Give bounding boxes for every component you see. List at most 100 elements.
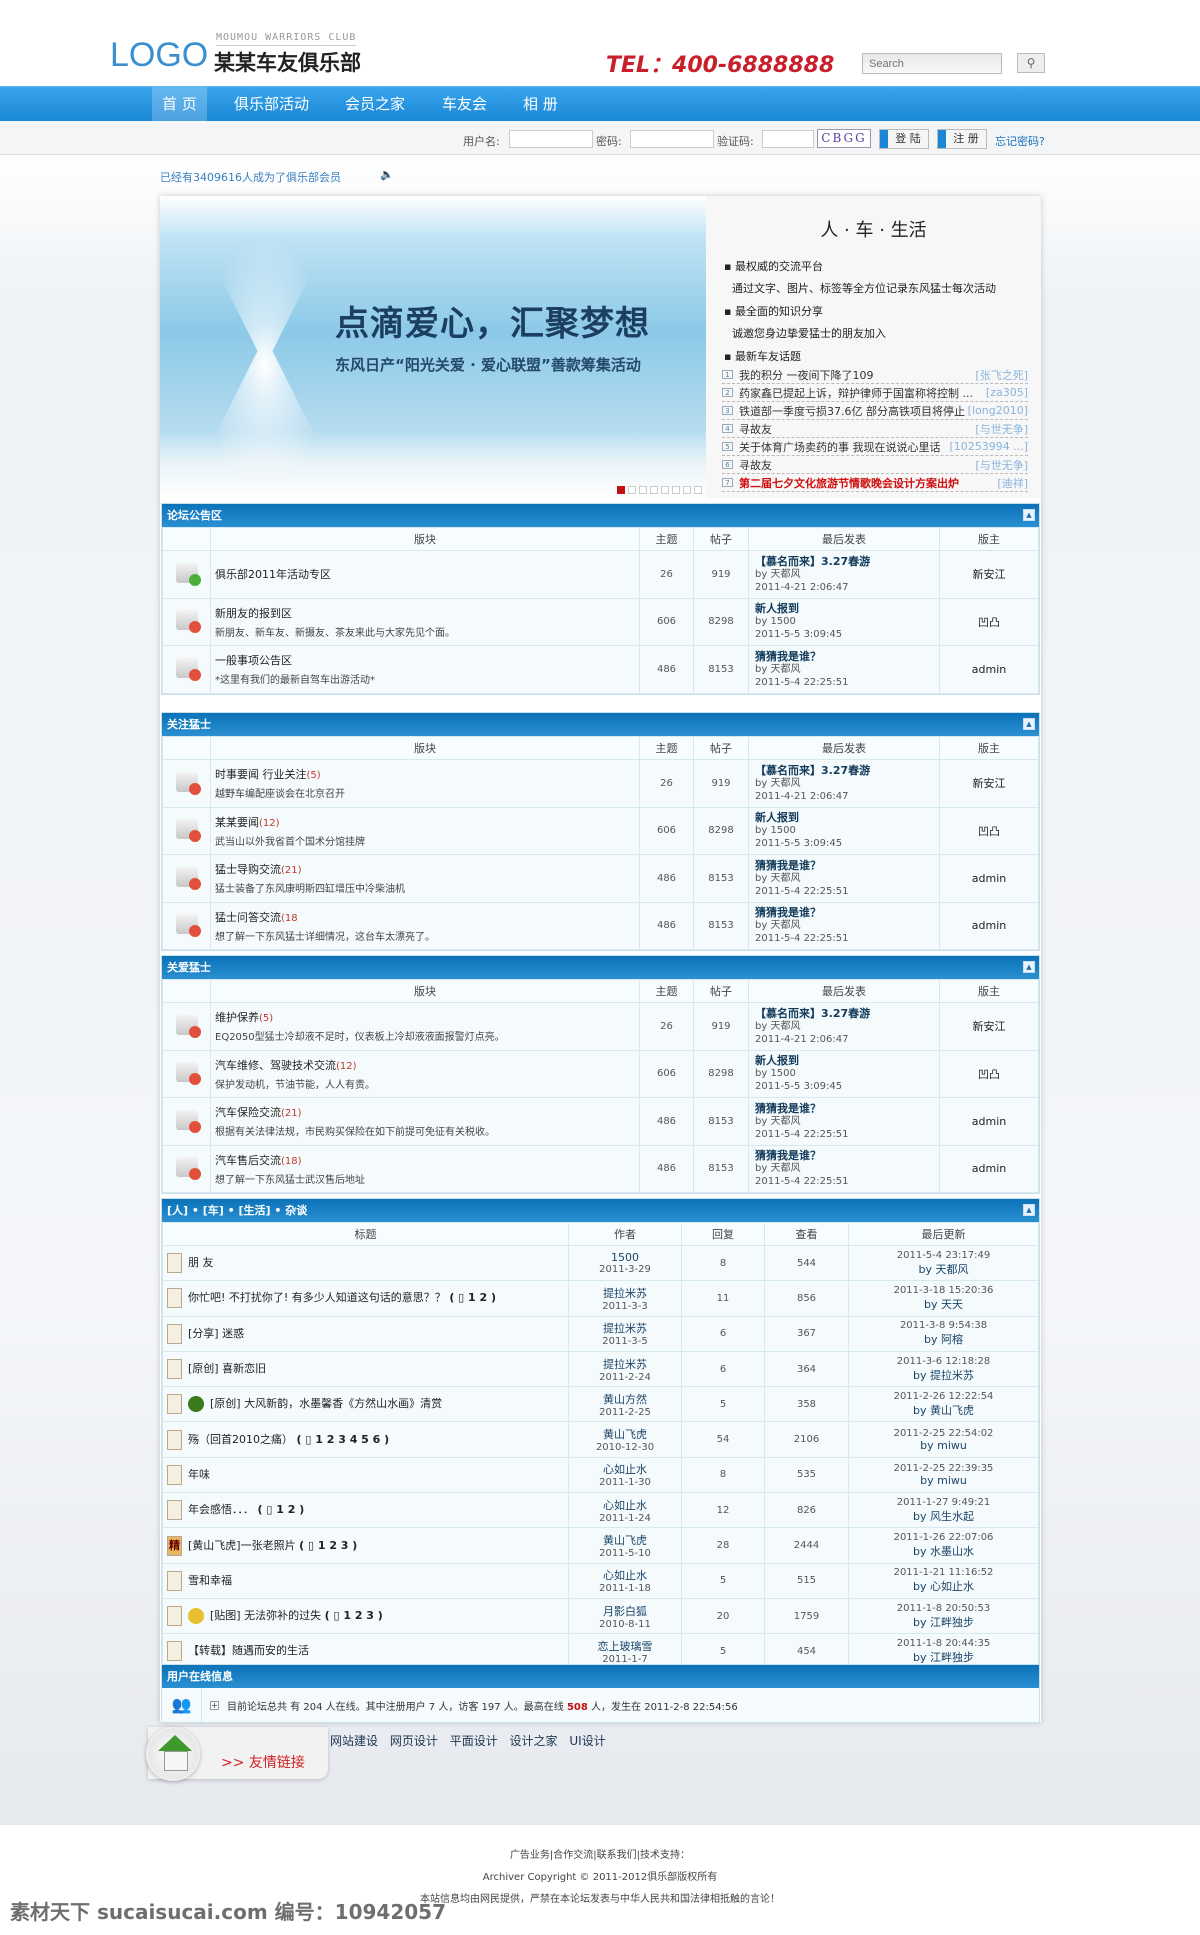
hot-topic-title[interactable]: 第二届七夕文化旅游节情歌晚会设计方案出炉: [739, 475, 997, 491]
last-post-author[interactable]: by 天都风: [755, 1020, 939, 1033]
forum-name[interactable]: 汽车售后交流: [215, 1154, 281, 1167]
topic-title[interactable]: 年会感悟．．．: [188, 1503, 254, 1516]
hot-topic-user[interactable]: [za305]: [986, 386, 1028, 399]
topic-author[interactable]: 1500: [569, 1251, 681, 1264]
forum-name[interactable]: 维护保养: [215, 1011, 259, 1024]
slide-dot[interactable]: [628, 486, 636, 494]
forum-name[interactable]: 时事要闻 行业关注: [215, 768, 307, 781]
hot-topic-user[interactable]: [迪祥]: [997, 475, 1028, 491]
topic-author[interactable]: 心如止水: [569, 1497, 681, 1513]
last-post-author[interactable]: by 1500: [755, 824, 939, 837]
hot-topic[interactable]: 1 我的积分 一夜间下降了109 [张飞之死]: [722, 366, 1028, 384]
last-update-author[interactable]: by miwu: [849, 1439, 1038, 1452]
last-post-title[interactable]: 猜猜我是谁？: [755, 906, 939, 919]
hot-topic[interactable]: 4 寻故友 [与世无争]: [722, 420, 1028, 438]
captcha-image[interactable]: CBGG: [817, 129, 871, 148]
last-update-author[interactable]: by 江畔独步: [849, 1614, 1038, 1630]
hot-topic-title[interactable]: 关于体育广场卖药的事 我现在说说心里话: [739, 439, 949, 455]
hot-topic[interactable]: 6 寻故友 [与世无争]: [722, 456, 1028, 474]
topic-author[interactable]: 提拉米苏: [569, 1356, 681, 1372]
last-post-author[interactable]: by 天都风: [755, 663, 939, 676]
topic-author[interactable]: 心如止水: [569, 1461, 681, 1477]
last-post-author[interactable]: by 天都风: [755, 568, 939, 581]
last-update-author[interactable]: by 心如止水: [849, 1578, 1038, 1594]
hot-topic-title[interactable]: 寻故友: [739, 457, 975, 473]
hot-topic[interactable]: 3 铁道部一季度亏损37.6亿 部分高铁项目将停止 ... [long2010]: [722, 402, 1028, 420]
logo[interactable]: LOGO: [110, 36, 208, 75]
search-icon[interactable]: ⚲: [1017, 53, 1045, 73]
forum-name[interactable]: 汽车维修、驾驶技术交流: [215, 1059, 336, 1072]
nav-members[interactable]: 会员之家: [345, 87, 405, 122]
last-post-author[interactable]: by 1500: [755, 1067, 939, 1080]
page-links[interactable]: ( ▯ 1 2 ): [449, 1291, 496, 1304]
forum-name[interactable]: 猛士问答交流: [215, 911, 281, 924]
topic-title[interactable]: [黄山飞虎]一张老照片: [188, 1539, 296, 1552]
topic-title[interactable]: [原创] 大风新韵，水墨馨香《方然山水画》清赏: [210, 1397, 442, 1410]
nav-car-club[interactable]: 车友会: [442, 87, 487, 122]
expand-icon[interactable]: +: [210, 1700, 219, 1710]
topic-title[interactable]: 朋 友: [188, 1256, 214, 1269]
slide-dot[interactable]: [639, 486, 647, 494]
last-post-author[interactable]: by 1500: [755, 615, 939, 628]
topic-author[interactable]: 黄山飞虎: [569, 1532, 681, 1548]
forum-name[interactable]: 某某要闻: [215, 816, 259, 829]
last-post-title[interactable]: 猜猜我是谁？: [755, 1149, 939, 1162]
slide-dot[interactable]: [661, 486, 669, 494]
last-post-title[interactable]: 新人报到: [755, 1054, 939, 1067]
hot-topic[interactable]: 5 关于体育广场卖药的事 我现在说说心里话 [10253994 ...]: [722, 438, 1028, 456]
topic-title[interactable]: [分享] 迷惑: [188, 1327, 244, 1340]
last-update-author[interactable]: by 江畔独步: [849, 1649, 1038, 1665]
hot-topic[interactable]: 2 药家鑫已提起上诉，辩护律师于国富称将控制 ... [za305]: [722, 384, 1028, 402]
last-post-title[interactable]: 猜猜我是谁？: [755, 650, 939, 663]
last-post-author[interactable]: by 天都风: [755, 1115, 939, 1128]
topic-author[interactable]: 提拉米苏: [569, 1285, 681, 1301]
friend-link[interactable]: 网页设计: [390, 1734, 438, 1748]
moderator[interactable]: 凹凸: [939, 1049, 1039, 1098]
last-update-author[interactable]: by 天天: [849, 1296, 1038, 1312]
slide-dot[interactable]: [672, 486, 680, 494]
login-button[interactable]: 登 陆: [879, 129, 929, 149]
friend-link[interactable]: 设计之家: [510, 1734, 558, 1748]
page-links[interactable]: ( ▯ 1 2 3 4 5 6 ): [297, 1433, 390, 1446]
hot-topic-user[interactable]: [与世无争]: [975, 421, 1028, 437]
moderator[interactable]: admin: [939, 1144, 1039, 1193]
moderator[interactable]: admin: [939, 645, 1039, 694]
last-post-author[interactable]: by 天都风: [755, 777, 939, 790]
last-post-title[interactable]: 新人报到: [755, 811, 939, 824]
nav-home[interactable]: 首 页: [152, 87, 207, 122]
topic-title[interactable]: [原创] 喜新恋旧: [188, 1362, 266, 1375]
topic-author[interactable]: 恋上玻璃雪: [569, 1638, 681, 1654]
hot-topic[interactable]: 7 第二届七夕文化旅游节情歌晚会设计方案出炉 [迪祥]: [722, 474, 1028, 492]
hot-topic-title[interactable]: 寻故友: [739, 421, 975, 437]
nav-activities[interactable]: 俱乐部活动: [234, 87, 309, 122]
last-update-author[interactable]: by 黄山飞虎: [849, 1402, 1038, 1418]
topic-title[interactable]: 你忙吧! 不打扰你了! 有多少人知道这句话的意思？？: [188, 1291, 446, 1304]
moderator[interactable]: 凹凸: [939, 597, 1039, 646]
forum-name[interactable]: 猛士导购交流: [215, 863, 281, 876]
slide-dot[interactable]: [683, 486, 691, 494]
last-post-author[interactable]: by 天都风: [755, 1162, 939, 1175]
forgot-password-link[interactable]: 忘记密码?: [995, 133, 1045, 149]
hot-topic-user[interactable]: [与世无争]: [975, 457, 1028, 473]
topic-title[interactable]: [贴图] 无法弥补的过失: [210, 1609, 321, 1622]
search-input[interactable]: [862, 53, 1002, 74]
moderator[interactable]: 新安江: [939, 550, 1039, 599]
slide-dot[interactable]: [694, 486, 702, 494]
slide-dot[interactable]: [617, 486, 625, 494]
moderator[interactable]: 新安江: [939, 1002, 1039, 1051]
moderator[interactable]: 凹凸: [939, 806, 1039, 855]
topic-title[interactable]: 年味: [188, 1468, 210, 1481]
last-post-author[interactable]: by 天都风: [755, 919, 939, 932]
topic-title[interactable]: 雪和幸福: [188, 1574, 232, 1587]
forum-name[interactable]: 新朋友的报到区: [215, 607, 292, 620]
last-post-author[interactable]: by 天都风: [755, 872, 939, 885]
collapse-icon[interactable]: ▲: [1023, 1204, 1035, 1216]
moderator[interactable]: 新安江: [939, 759, 1039, 808]
last-update-author[interactable]: by 天都风: [849, 1261, 1038, 1277]
topic-author[interactable]: 黄山方然: [569, 1391, 681, 1407]
hot-topic-user[interactable]: [10253994 ...]: [949, 440, 1028, 453]
slide-dot[interactable]: [650, 486, 658, 494]
nav-album[interactable]: 相 册: [523, 87, 558, 122]
moderator[interactable]: admin: [939, 854, 1039, 903]
hot-topic-title[interactable]: 我的积分 一夜间下降了109: [739, 367, 975, 383]
